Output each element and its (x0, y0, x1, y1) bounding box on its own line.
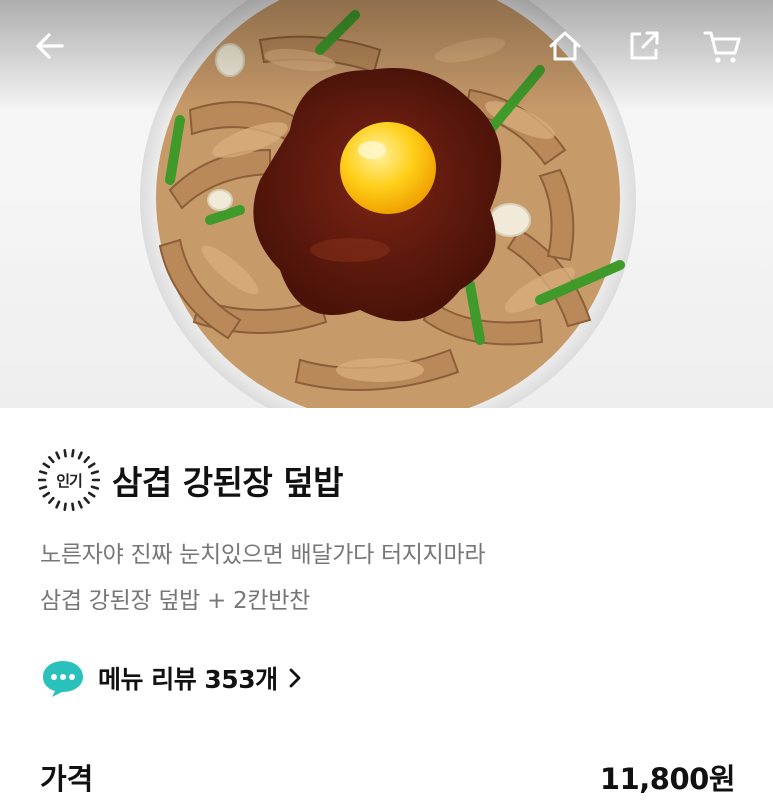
arrow-left-icon (36, 33, 64, 59)
menu-title: 삼겹 강된장 덮밥 (112, 463, 344, 502)
price-label: 가격 (40, 762, 94, 796)
menu-review-link[interactable]: 메뉴 리뷰 353개 (40, 656, 302, 700)
menu-title-row: 인기 삼겹 강된장 덮밥 (38, 449, 344, 511)
share-button[interactable] (622, 24, 666, 68)
home-button[interactable] (543, 24, 587, 68)
chat-bubble-icon (43, 661, 83, 697)
menu-description-line: 삼겹 강된장 덮밥 + 2칸반찬 (40, 588, 310, 614)
home-icon (549, 31, 581, 61)
review-count-label: 메뉴 리뷰 353개 (98, 665, 278, 694)
cart-button[interactable] (700, 24, 744, 68)
price-row: 가격 11,800원 (40, 752, 736, 802)
badge-label: 인기 (56, 471, 83, 490)
menu-description-line: 노른자야 진짜 눈치있으면 배달가다 터지지마라 (40, 542, 486, 568)
cart-icon (703, 31, 741, 63)
menu-description: 노른자야 진짜 눈치있으면 배달가다 터지지마라 삼겹 강된장 덮밥 + 2칸반… (40, 532, 740, 624)
share-icon (630, 31, 659, 60)
chevron-right-icon (289, 668, 300, 688)
back-button[interactable] (28, 24, 72, 68)
price-value: 11,800원 (599, 762, 736, 796)
popular-badge: 인기 (38, 449, 100, 511)
